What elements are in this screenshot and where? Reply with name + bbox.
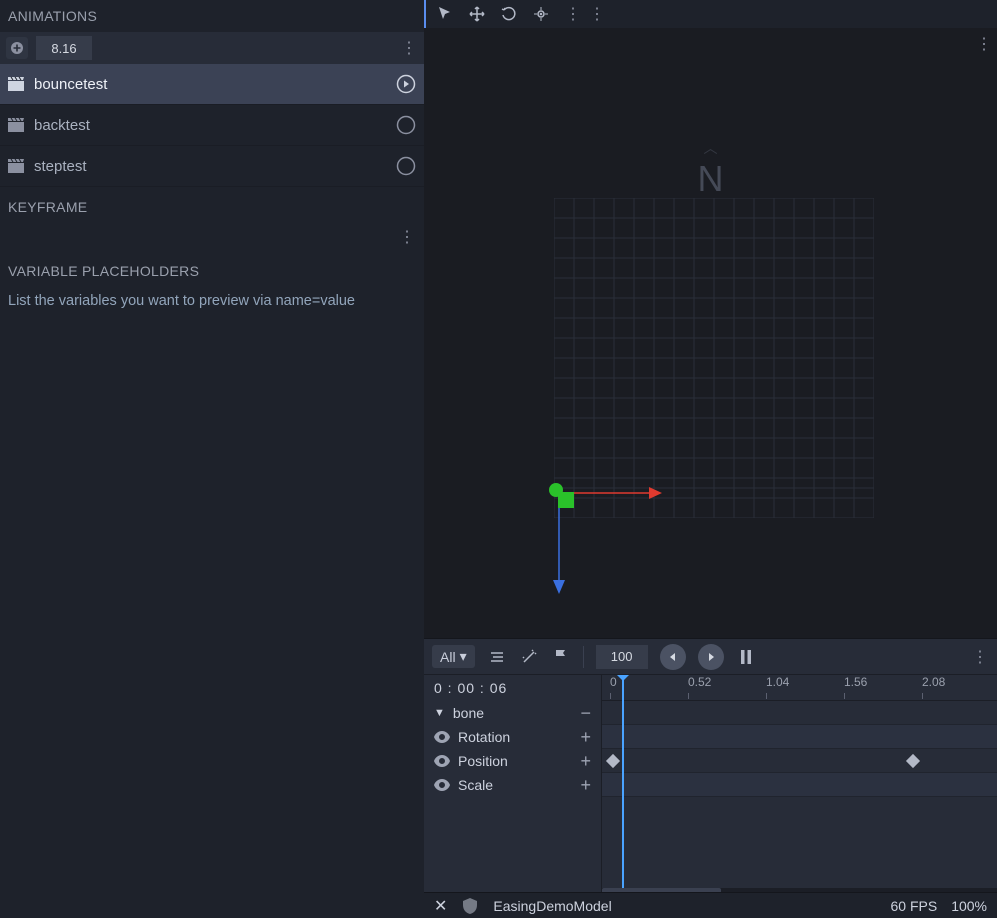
- timeline-tree: 0 : 00 : 06 ▼ bone − Rotation + Position…: [424, 675, 602, 918]
- keyframe-section: KEYFRAME ⋮: [0, 191, 424, 251]
- timeline-body: 0 : 00 : 06 ▼ bone − Rotation + Position…: [424, 675, 997, 918]
- track-rotation[interactable]: [602, 725, 997, 749]
- pivot-tool-icon[interactable]: [532, 5, 550, 23]
- ruler-tick: 1.04: [766, 675, 789, 689]
- close-icon[interactable]: ✕: [434, 896, 447, 916]
- clapboard-icon: [8, 77, 24, 91]
- add-keyframe-icon[interactable]: +: [580, 752, 591, 770]
- next-keyframe-button[interactable]: [698, 644, 724, 670]
- sidebar: ANIMATIONS ⋮ bouncetest backtest steptes…: [0, 0, 424, 918]
- collapse-icon[interactable]: −: [580, 704, 591, 722]
- chevron-down-icon: ▾: [460, 648, 467, 665]
- playhead[interactable]: [622, 675, 624, 918]
- timeline-menu-icon[interactable]: ⋮: [971, 647, 989, 667]
- keyframe-marker[interactable]: [606, 754, 620, 768]
- timeline-toolbar: All ▾ ⋮: [424, 639, 997, 675]
- model-icon: [461, 897, 479, 915]
- property-row[interactable]: Scale +: [424, 773, 601, 797]
- animation-name: bouncetest: [34, 76, 386, 93]
- add-keyframe-icon[interactable]: +: [580, 728, 591, 746]
- chevron-down-icon[interactable]: ▼: [434, 707, 445, 719]
- transform-gizmo[interactable]: [524, 468, 744, 618]
- add-keyframe-icon[interactable]: +: [580, 776, 591, 794]
- animation-item[interactable]: backtest: [0, 105, 424, 146]
- animation-item[interactable]: steptest: [0, 146, 424, 187]
- wand-icon[interactable]: [519, 647, 539, 667]
- viewport-grid: [554, 198, 874, 518]
- ruler-tick: 1.56: [844, 675, 867, 689]
- eye-icon[interactable]: [434, 777, 450, 793]
- compass-chevron-icon: ︿: [698, 138, 724, 158]
- animation-name: backtest: [34, 117, 386, 134]
- property-row[interactable]: Rotation +: [424, 725, 601, 749]
- add-animation-button[interactable]: [6, 37, 28, 59]
- viewport-3d[interactable]: ︿ N: [424, 28, 997, 638]
- cursor-tool-icon[interactable]: [436, 5, 454, 23]
- property-label: Scale: [458, 777, 572, 793]
- keyframe-menu-icon[interactable]: ⋮: [398, 227, 416, 247]
- keyframe-header: KEYFRAME: [0, 191, 424, 223]
- main-panel: ⋮ ⋮ ⋮ ︿ N All ▾: [424, 0, 997, 918]
- animation-duration-input[interactable]: [36, 36, 92, 60]
- timeline-timecode: 0 : 00 : 06: [424, 675, 601, 701]
- model-name: EasingDemoModel: [493, 898, 876, 914]
- variables-hint[interactable]: List the variables you want to preview v…: [0, 287, 424, 315]
- play-inactive-icon: [396, 156, 416, 176]
- viewport-menu-1-icon[interactable]: ⋮: [564, 4, 582, 24]
- rotate-tool-icon[interactable]: [500, 5, 518, 23]
- variables-header: VARIABLE PLACEHOLDERS: [0, 255, 424, 287]
- play-active-icon: [396, 74, 416, 94]
- animation-list: bouncetest backtest steptest: [0, 64, 424, 187]
- animations-toolbar: ⋮: [0, 32, 424, 64]
- animations-header: ANIMATIONS: [0, 0, 424, 32]
- ruler-tick: 0: [610, 675, 617, 689]
- clapboard-icon: [8, 118, 24, 132]
- viewport-toolbar: ⋮ ⋮: [424, 0, 997, 28]
- list-icon[interactable]: [487, 647, 507, 667]
- ruler-tick: 0.52: [688, 675, 711, 689]
- property-label: Position: [458, 753, 572, 769]
- ruler-tick: 2.08: [922, 675, 945, 689]
- zoom-display: 100%: [951, 898, 987, 914]
- track-bone[interactable]: [602, 701, 997, 725]
- eye-icon[interactable]: [434, 729, 450, 745]
- timeline-zoom-input[interactable]: [596, 645, 648, 669]
- pause-button[interactable]: [736, 647, 756, 667]
- keyframe-marker[interactable]: [906, 754, 920, 768]
- variables-section: VARIABLE PLACEHOLDERS List the variables…: [0, 255, 424, 315]
- flag-icon[interactable]: [551, 647, 571, 667]
- move-tool-icon[interactable]: [468, 5, 486, 23]
- animation-item[interactable]: bouncetest: [0, 64, 424, 105]
- statusbar: ✕ EasingDemoModel 60 FPS 100%: [424, 892, 997, 918]
- property-row[interactable]: Position +: [424, 749, 601, 773]
- filter-dropdown[interactable]: All ▾: [432, 645, 475, 668]
- eye-icon[interactable]: [434, 753, 450, 769]
- animation-name: steptest: [34, 158, 386, 175]
- fps-display: 60 FPS: [890, 898, 937, 914]
- compass: ︿ N: [698, 138, 724, 200]
- animations-menu-icon[interactable]: ⋮: [400, 38, 418, 58]
- track-scale[interactable]: [602, 773, 997, 797]
- timeline-ruler[interactable]: 0 0.52 1.04 1.56 2.08: [602, 675, 997, 701]
- clapboard-icon: [8, 159, 24, 173]
- viewport-menu-2-icon[interactable]: ⋮: [588, 4, 606, 24]
- bone-row[interactable]: ▼ bone −: [424, 701, 601, 725]
- property-label: Rotation: [458, 729, 572, 745]
- timeline-panel: All ▾ ⋮ Play Animation 0 : 00 : 06 ▼ bon…: [424, 638, 997, 918]
- prev-keyframe-button[interactable]: [660, 644, 686, 670]
- timeline-tracks[interactable]: 0 0.52 1.04 1.56 2.08: [602, 675, 997, 918]
- filter-label: All: [440, 649, 456, 665]
- play-inactive-icon: [396, 115, 416, 135]
- bone-label: bone: [453, 705, 573, 721]
- track-position[interactable]: [602, 749, 997, 773]
- compass-label: N: [698, 158, 724, 200]
